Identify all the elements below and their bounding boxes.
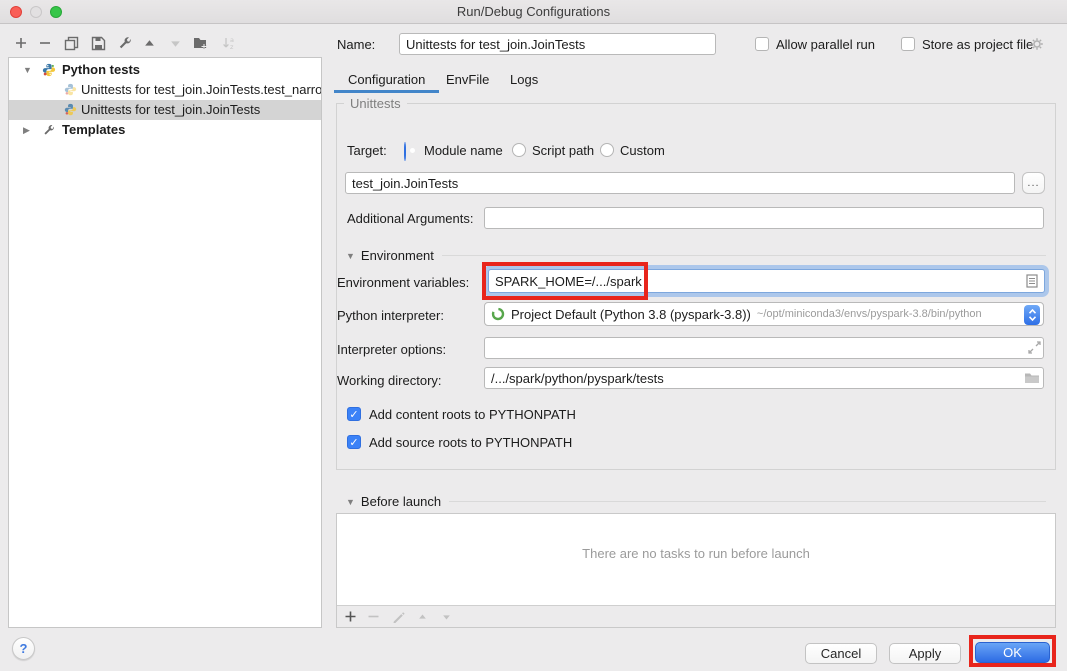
run-debug-configurations-dialog: { "window": { "title": "Run/Debug Config…	[0, 0, 1067, 671]
save-configuration-icon[interactable]	[89, 34, 107, 52]
configurations-tree: ▼ Python tests Unittests for test_join.J…	[8, 57, 322, 628]
target-script-path-label: Script path	[532, 143, 594, 158]
edit-variables-list-icon[interactable]	[1026, 274, 1038, 288]
python-test-config-icon	[64, 83, 78, 97]
python-interpreter-select[interactable]: Project Default (Python 3.8 (pyspark-3.8…	[484, 302, 1044, 326]
before-launch-empty-text: There are no tasks to run before launch	[337, 546, 1055, 561]
tree-item-label: Unittests for test_join.JoinTests	[81, 102, 260, 117]
chevron-expanded-icon: ▼	[346, 497, 355, 507]
tab-configuration[interactable]: Configuration	[334, 66, 439, 93]
edit-templates-icon[interactable]	[115, 34, 133, 52]
window-title: Run/Debug Configurations	[0, 0, 1067, 24]
sort-configurations-icon[interactable]: az	[219, 34, 237, 52]
store-as-project-file-checkbox[interactable]	[901, 37, 915, 51]
target-custom-radio[interactable]	[600, 143, 614, 157]
python-test-config-icon	[64, 103, 78, 117]
before-launch-task-list[interactable]: There are no tasks to run before launch	[336, 513, 1056, 628]
chevron-expanded-icon: ▼	[346, 251, 355, 261]
zoom-window-button[interactable]	[50, 6, 62, 18]
interpreter-options-input[interactable]	[484, 337, 1044, 359]
add-source-roots-checkbox[interactable]: ✓	[347, 435, 361, 449]
chevron-collapsed-icon[interactable]: ▶	[23, 125, 30, 136]
templates-wrench-icon	[42, 124, 56, 138]
working-directory-input[interactable]	[484, 367, 1044, 389]
conda-env-icon	[491, 307, 505, 321]
cancel-button[interactable]: Cancel	[805, 643, 877, 664]
name-input[interactable]	[399, 33, 716, 55]
browse-folder-icon[interactable]	[1024, 371, 1040, 384]
tree-item-label: Python tests	[62, 62, 140, 77]
environment-variables-label: Environment variables:	[337, 275, 469, 290]
copy-configuration-icon[interactable]	[62, 34, 80, 52]
tab-label: Logs	[510, 72, 538, 87]
before-launch-section-header[interactable]: ▼ Before launch	[346, 494, 1046, 509]
add-configuration-icon[interactable]	[12, 34, 30, 52]
remove-task-icon	[367, 610, 380, 623]
add-content-roots-checkbox[interactable]: ✓	[347, 407, 361, 421]
interpreter-options-label: Interpreter options:	[337, 342, 446, 357]
working-directory-label: Working directory:	[337, 373, 442, 388]
target-custom-label: Custom	[620, 143, 665, 158]
allow-parallel-run-label: Allow parallel run	[776, 37, 875, 52]
python-tests-icon	[42, 63, 56, 77]
add-content-roots-label: Add content roots to PYTHONPATH	[369, 407, 576, 422]
allow-parallel-run-checkbox[interactable]	[755, 37, 769, 51]
tree-item-templates[interactable]: ▶ Templates	[9, 120, 321, 140]
tab-label: Configuration	[348, 72, 425, 87]
environment-section-header[interactable]: ▼ Environment	[346, 248, 1046, 263]
apply-button[interactable]: Apply	[889, 643, 961, 664]
move-down-icon[interactable]	[166, 34, 184, 52]
minimize-window-button	[30, 6, 42, 18]
move-up-icon[interactable]	[140, 34, 158, 52]
add-source-roots-label: Add source roots to PYTHONPATH	[369, 435, 572, 450]
browse-module-button[interactable]: ...	[1022, 172, 1045, 194]
interpreter-path: ~/opt/miniconda3/envs/pyspark-3.8/bin/py…	[757, 308, 982, 320]
svg-text:z: z	[230, 43, 234, 51]
chevron-expanded-icon[interactable]: ▼	[23, 65, 32, 75]
name-label: Name:	[337, 37, 375, 52]
dropdown-spinner-icon[interactable]	[1024, 305, 1040, 325]
target-module-name-label: Module name	[424, 143, 503, 158]
project-file-settings-gear-icon[interactable]	[1029, 36, 1045, 52]
unittests-section-label: Unittests	[344, 96, 407, 111]
additional-arguments-input[interactable]	[484, 207, 1044, 229]
store-as-project-file-label: Store as project file	[922, 37, 1033, 52]
section-divider	[442, 255, 1046, 256]
target-label: Target:	[347, 143, 387, 158]
module-name-input[interactable]	[345, 172, 1015, 194]
section-divider	[449, 501, 1046, 502]
additional-arguments-label: Additional Arguments:	[347, 211, 473, 226]
interpreter-value: Project Default (Python 3.8 (pyspark-3.8…	[511, 307, 751, 322]
add-task-icon[interactable]	[344, 610, 357, 623]
tree-item-unittests-narrow[interactable]: Unittests for test_join.JoinTests.test_n…	[9, 80, 321, 100]
before-launch-section-label: Before launch	[361, 494, 441, 509]
tab-envfile[interactable]: EnvFile	[432, 66, 503, 93]
tree-item-unittests-jointests[interactable]: Unittests for test_join.JoinTests	[9, 100, 321, 120]
tree-item-label: Unittests for test_join.JoinTests.test_n…	[81, 82, 322, 97]
close-window-button[interactable]	[10, 6, 22, 18]
new-folder-icon[interactable]	[192, 34, 210, 52]
tab-label: EnvFile	[446, 72, 489, 87]
target-script-path-radio[interactable]	[512, 143, 526, 157]
help-button[interactable]: ?	[12, 637, 35, 660]
edit-task-pencil-icon	[392, 610, 405, 623]
tab-logs[interactable]: Logs	[496, 66, 552, 93]
environment-variables-input[interactable]	[488, 269, 1045, 293]
move-task-down-icon	[441, 612, 452, 622]
remove-configuration-icon[interactable]	[36, 34, 54, 52]
tree-item-python-tests[interactable]: ▼ Python tests	[9, 60, 321, 80]
before-launch-toolbar	[337, 605, 1055, 627]
tree-item-label: Templates	[62, 122, 125, 137]
title-bar: Run/Debug Configurations	[0, 0, 1067, 24]
target-module-name-radio[interactable]	[404, 142, 406, 161]
ok-button[interactable]: OK	[975, 642, 1050, 663]
python-interpreter-label: Python interpreter:	[337, 308, 444, 323]
move-task-up-icon	[417, 612, 428, 622]
expand-field-icon[interactable]	[1028, 341, 1041, 354]
environment-section-label: Environment	[361, 248, 434, 263]
